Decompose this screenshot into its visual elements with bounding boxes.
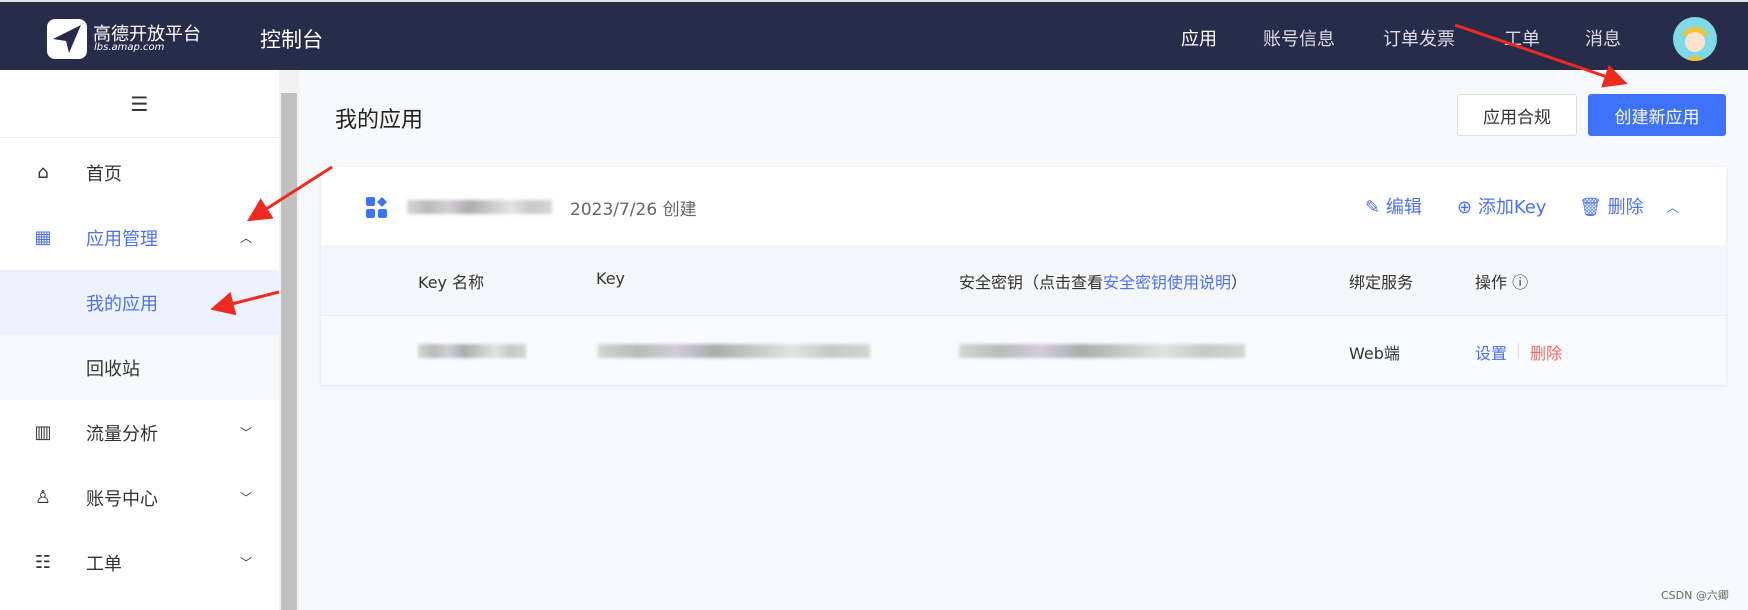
sidebar-item-home[interactable]: ⌂ 首页	[0, 140, 279, 205]
chevron-up-icon: ︿	[240, 231, 253, 245]
delete-key-link[interactable]: 删除	[1530, 340, 1562, 364]
sidebar-item-account-center[interactable]: ♙ 账号中心 ﹀	[0, 465, 279, 530]
secret-redacted	[959, 344, 1245, 358]
add-key-label: 添加Key	[1477, 197, 1547, 218]
watermark: CSDN @六卿	[1661, 589, 1729, 602]
table-row: Web端 设置 删除	[321, 316, 1726, 385]
nav-account-info[interactable]: 账号信息	[1263, 25, 1335, 51]
logo-url: lbs.amap.com	[94, 42, 165, 53]
sidebar-item-label: 流量分析	[86, 423, 158, 445]
keys-table-header: Key 名称 Key 安全密钥（点击查看安全密钥使用说明） 绑定服务 操作 ⓘ	[321, 245, 1726, 316]
chevron-down-icon: ﹀	[240, 556, 253, 570]
app-name-redacted	[407, 200, 552, 214]
sidebar-item-label: 工单	[86, 553, 122, 575]
add-key-button[interactable]: ⊕ 添加Key	[1457, 193, 1546, 219]
sidebar-item-label: 回收站	[86, 358, 140, 380]
page-title: 我的应用	[335, 108, 424, 133]
col-secret: 安全密钥（点击查看安全密钥使用说明）	[959, 269, 1247, 293]
app-created-date: 2023/7/26 创建	[570, 200, 697, 220]
trash-icon: 🗑	[1579, 197, 1602, 218]
sidebar-item-app-management[interactable]: ▦ 应用管理 ︿	[0, 205, 279, 270]
chevron-down-icon: ﹀	[240, 491, 253, 505]
plus-circle-icon: ⊕	[1457, 197, 1473, 218]
delete-app-button[interactable]: 🗑 删除	[1579, 193, 1644, 219]
top-header: 高德开放平台 lbs.amap.com 控制台 应用 账号信息 订单发票 工单 …	[0, 0, 1748, 70]
key-name-redacted	[418, 344, 526, 358]
app-card: 2023/7/26 创建 ✎ 编辑 ⊕ 添加Key 🗑 删除 ︿ Key 名称 …	[321, 167, 1726, 385]
sidebar-item-label: 应用管理	[86, 228, 158, 250]
nav-orders-invoices[interactable]: 订单发票	[1383, 25, 1455, 51]
delete-label: 删除	[1607, 197, 1644, 218]
info-icon[interactable]: ⓘ	[1512, 273, 1528, 292]
clipboard-icon: ☷	[34, 552, 52, 573]
sidebar-item-label: 首页	[86, 163, 122, 185]
home-icon: ⌂	[37, 162, 49, 183]
nav-messages[interactable]: 消息	[1585, 25, 1621, 51]
sidebar-item-recycle-bin[interactable]: 回收站	[0, 335, 279, 400]
col-ops: 操作 ⓘ	[1475, 269, 1528, 293]
edit-icon: ✎	[1365, 197, 1381, 218]
sidebar-item-label: 账号中心	[86, 488, 158, 510]
nav-apps[interactable]: 应用	[1181, 25, 1217, 51]
secret-header-suffix: ）	[1231, 273, 1248, 292]
collapse-chevron-up-icon[interactable]: ︿	[1666, 197, 1679, 216]
user-avatar[interactable]	[1673, 17, 1717, 61]
nav-tickets[interactable]: 工单	[1504, 25, 1540, 51]
settings-link[interactable]: 设置	[1475, 340, 1507, 364]
edit-label: 编辑	[1385, 197, 1422, 218]
amap-logo-icon[interactable]	[47, 19, 87, 59]
sidebar-item-my-apps[interactable]: 我的应用	[0, 270, 279, 335]
hamburger-icon[interactable]: ☰	[0, 70, 279, 138]
secret-header-text: 安全密钥（点击查看	[959, 273, 1104, 292]
key-redacted	[598, 344, 870, 358]
grid-icon: ▦	[34, 227, 52, 248]
chart-icon: ▥	[34, 422, 52, 443]
chevron-down-icon: ﹀	[240, 426, 253, 440]
sidebar: ☰ ⌂ 首页 ▦ 应用管理 ︿ 我的应用 回收站 ▥ 流量分析 ﹀ ♙ 账号中心…	[0, 70, 279, 610]
bound-service: Web端	[1349, 344, 1400, 363]
secret-help-link[interactable]: 安全密钥使用说明	[1103, 273, 1231, 292]
sidebar-item-label: 我的应用	[86, 293, 158, 315]
divider	[1518, 343, 1519, 359]
ops-label: 操作	[1475, 273, 1508, 292]
scrollbar-thumb[interactable]	[281, 93, 297, 610]
sidebar-item-tickets[interactable]: ☷ 工单 ﹀	[0, 530, 279, 595]
user-icon: ♙	[34, 487, 52, 508]
create-app-button[interactable]: 创建新应用	[1588, 94, 1726, 136]
app-icon	[366, 197, 388, 223]
col-key: Key	[596, 269, 626, 288]
col-key-name: Key 名称	[418, 273, 485, 292]
col-service: 绑定服务	[1349, 273, 1414, 292]
sidebar-item-traffic-analysis[interactable]: ▥ 流量分析 ﹀	[0, 400, 279, 465]
console-title: 控制台	[260, 28, 323, 52]
app-compliance-button[interactable]: 应用合规	[1457, 94, 1577, 136]
edit-button[interactable]: ✎ 编辑	[1365, 193, 1422, 219]
